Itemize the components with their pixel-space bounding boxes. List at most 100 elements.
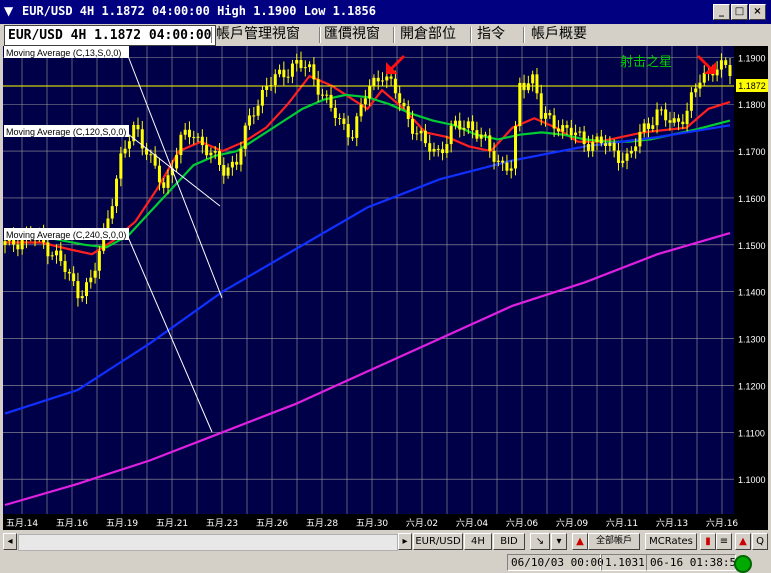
tab-account-summary[interactable]: 帳戶概要 xyxy=(531,25,587,44)
candle-body xyxy=(187,129,191,138)
candle-body xyxy=(230,161,234,168)
tab-orders[interactable]: 指令 xyxy=(477,25,505,44)
candle-body xyxy=(719,60,723,70)
candle-body xyxy=(677,118,681,122)
candle-body xyxy=(312,64,316,80)
connection-status-icon xyxy=(734,555,752,573)
tab-open-positions[interactable]: 開倉部位 xyxy=(400,25,456,44)
symbol-button[interactable]: EUR/USD xyxy=(413,533,463,550)
settings-icon[interactable]: ≡ xyxy=(716,533,732,550)
candle-body xyxy=(423,130,427,144)
candle-body xyxy=(97,250,101,271)
candle-body xyxy=(256,105,260,116)
candle-body xyxy=(273,74,277,86)
buy-sell-icon[interactable]: ▲ xyxy=(572,533,588,550)
candle-body xyxy=(381,80,385,82)
close-button[interactable]: × xyxy=(749,4,766,20)
candle-body xyxy=(501,160,505,163)
candle-body xyxy=(157,165,161,183)
tab-chart[interactable]: EUR/USD 4H 1.1872 04:00:00 xyxy=(4,25,216,46)
candle-body xyxy=(239,148,243,165)
candle-body xyxy=(175,155,179,169)
price-chart[interactable]: 1.1900 1.1800 1.1700 1.1600 1.1500 1.1400 1.13… xyxy=(0,46,771,530)
candle-body xyxy=(548,112,552,116)
candle-body xyxy=(80,296,84,299)
candle-body xyxy=(217,151,221,165)
zoom-button[interactable]: Q xyxy=(752,533,768,550)
app-menu-icon[interactable]: ▼ xyxy=(4,4,18,18)
candle-body xyxy=(496,160,500,162)
alert-icon[interactable]: ▲ xyxy=(735,533,751,550)
y-tick-label: 1.1600 xyxy=(738,194,766,204)
plot-area xyxy=(3,46,734,514)
candle-body xyxy=(638,131,642,147)
candle-body xyxy=(85,282,89,297)
candle-body xyxy=(642,123,646,132)
candle-body xyxy=(346,124,350,138)
y-tick-label: 1.1200 xyxy=(738,381,766,391)
candle-body xyxy=(419,130,423,134)
candle-body xyxy=(556,128,560,132)
maximize-button[interactable]: □ xyxy=(731,4,748,20)
shooting-star-annotation: 射击之星 xyxy=(620,54,672,70)
candle-body xyxy=(162,182,166,188)
scroll-left-button[interactable]: ◂ xyxy=(3,533,17,550)
candle-body xyxy=(415,133,419,135)
candle-body xyxy=(50,255,54,257)
scroll-right-button[interactable]: ▸ xyxy=(398,533,412,550)
price-tag-label: 1.1872 xyxy=(738,81,766,91)
x-tick-label: 六月.09 xyxy=(556,517,589,529)
candle-body xyxy=(363,98,367,105)
candle-body xyxy=(115,178,119,207)
candle-body xyxy=(350,137,354,139)
candle-body xyxy=(119,153,123,179)
candle-body xyxy=(20,239,24,250)
minimize-button[interactable]: _ xyxy=(713,4,730,20)
candle-body xyxy=(552,115,556,129)
period-button[interactable]: 4H xyxy=(464,533,492,550)
candle-body xyxy=(475,130,479,139)
all-accounts-button[interactable]: 全部帳戶 xyxy=(588,533,640,550)
candle-body xyxy=(127,141,131,149)
candle-body xyxy=(209,152,213,156)
horizontal-scrollbar[interactable] xyxy=(18,534,398,551)
candle-body xyxy=(67,271,71,274)
chart-toolbar: ◂ ▸ EUR/USD 4H BID ↘ ▾ ▲ 全部帳戶 MCRates ▮ … xyxy=(0,530,771,552)
candle-body xyxy=(196,136,200,138)
draw-tool-icon[interactable]: ↘ xyxy=(530,533,550,550)
candle-body xyxy=(372,77,376,86)
candle-body xyxy=(634,146,638,151)
dropdown-icon[interactable]: ▾ xyxy=(551,533,567,550)
bid-button[interactable]: BID xyxy=(493,533,525,550)
candle-body xyxy=(376,77,380,82)
candle-body xyxy=(432,148,436,152)
indicator-icon[interactable]: ▮ xyxy=(700,533,716,550)
tab-account-manager[interactable]: 帳戶管理視窗 xyxy=(216,25,300,44)
tab-quotes[interactable]: 匯價視窗 xyxy=(324,25,380,44)
candle-body xyxy=(466,121,470,129)
candle-body xyxy=(359,104,363,117)
candle-body xyxy=(235,161,239,165)
candle-body xyxy=(89,277,93,283)
candle-body xyxy=(338,118,342,120)
candle-body xyxy=(316,79,320,95)
candle-body xyxy=(222,164,226,176)
candle-body xyxy=(595,136,599,143)
x-tick-label: 五月.28 xyxy=(306,518,339,529)
candle-body xyxy=(621,160,625,163)
candle-body xyxy=(355,116,359,138)
candle-body xyxy=(46,242,50,257)
x-tick-label: 五月.21 xyxy=(156,518,188,529)
candle-body xyxy=(689,92,693,111)
mcrates-button[interactable]: MCRates xyxy=(645,533,697,550)
candle-body xyxy=(445,144,449,154)
candle-body xyxy=(411,119,415,134)
candle-body xyxy=(303,67,307,69)
candle-body xyxy=(183,129,187,135)
candle-body xyxy=(398,93,402,103)
y-tick-label: 1.1700 xyxy=(738,147,766,157)
candle-body xyxy=(668,120,672,123)
ma120-label: Moving Average (C,120,S,0,0) xyxy=(6,127,126,137)
x-tick-label: 六月.16 xyxy=(706,517,739,529)
candle-body xyxy=(462,128,466,130)
